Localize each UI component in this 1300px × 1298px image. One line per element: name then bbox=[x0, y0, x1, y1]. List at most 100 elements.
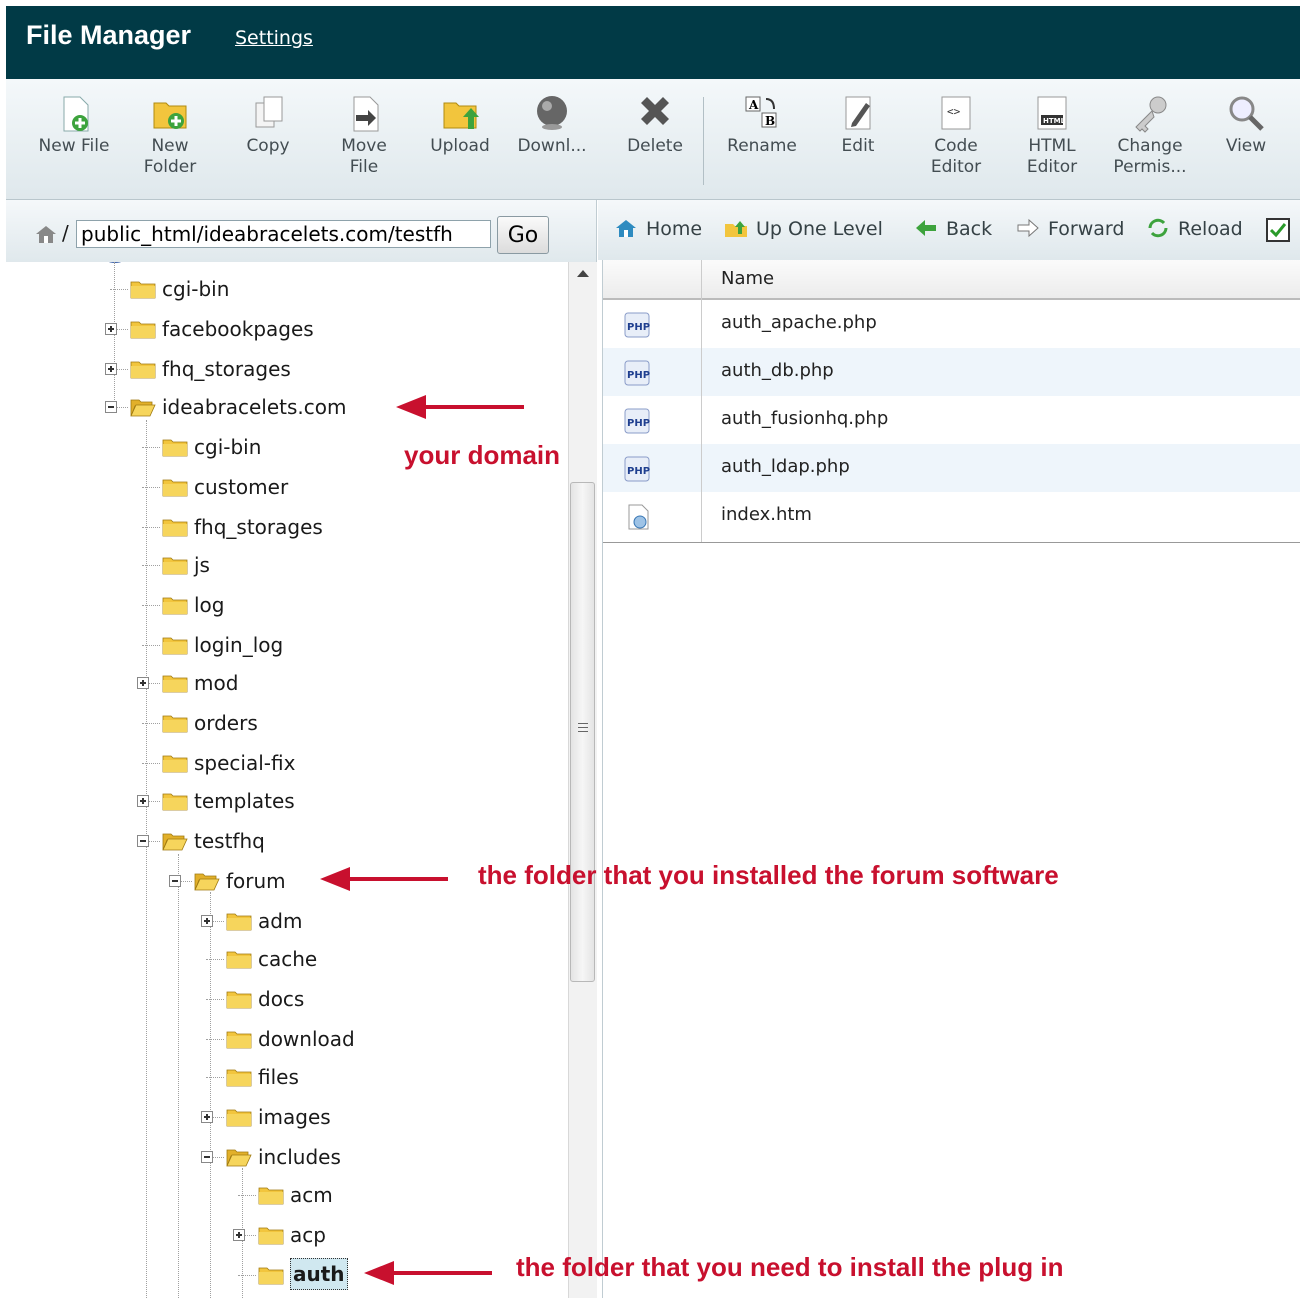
tree-node-label: forum bbox=[226, 869, 286, 893]
collapse-icon[interactable] bbox=[169, 875, 181, 887]
html-editor-button[interactable]: HTML HTML Editor bbox=[1008, 93, 1096, 178]
expand-icon[interactable] bbox=[105, 323, 117, 335]
tree-node-label: adm bbox=[258, 909, 303, 933]
go-button[interactable]: Go bbox=[497, 216, 549, 254]
folder-icon bbox=[258, 1187, 284, 1205]
forum-arrow bbox=[320, 867, 448, 891]
file-name: auth_fusionhq.php bbox=[721, 408, 889, 429]
tree-node-label: download bbox=[258, 1027, 355, 1051]
file-row[interactable]: PHP auth_db.php bbox=[603, 348, 1300, 396]
tree-guide bbox=[146, 420, 147, 1298]
settings-link[interactable]: Settings bbox=[235, 27, 313, 49]
file-name: auth_db.php bbox=[721, 360, 834, 381]
file-row[interactable]: PHP auth_fusionhq.php bbox=[603, 396, 1300, 444]
move-file-button[interactable]: Move File bbox=[320, 93, 408, 178]
php-file-icon: PHP bbox=[624, 312, 650, 338]
delete-icon bbox=[641, 97, 669, 125]
home-icon bbox=[616, 220, 636, 237]
tree-node-label: cache bbox=[258, 947, 318, 971]
svg-text:<>: <> bbox=[947, 105, 961, 118]
file-list-header: Name bbox=[603, 260, 1300, 300]
rename-label: Rename bbox=[727, 136, 797, 156]
forward-button[interactable]: Forward bbox=[1016, 218, 1124, 240]
tree-guide bbox=[206, 1039, 224, 1040]
expand-icon[interactable] bbox=[233, 1229, 245, 1241]
tree-node-label: includes bbox=[258, 1145, 341, 1169]
expand-icon[interactable] bbox=[201, 915, 213, 927]
expand-icon[interactable] bbox=[201, 1111, 213, 1123]
file-row[interactable]: index.htm bbox=[603, 492, 1300, 540]
folder-icon bbox=[162, 597, 188, 615]
collapse-icon[interactable] bbox=[137, 835, 149, 847]
tree-node-label: cgi-bin bbox=[194, 435, 262, 459]
delete-label: Delete bbox=[627, 136, 683, 156]
column-name-header[interactable]: Name bbox=[721, 268, 774, 289]
reload-icon bbox=[1148, 218, 1168, 238]
upload-button[interactable]: Upload bbox=[416, 93, 504, 157]
svg-text:HTML: HTML bbox=[1043, 117, 1066, 125]
new-file-icon bbox=[63, 96, 89, 132]
tree-node-label: testfhq bbox=[194, 829, 265, 853]
expand-icon[interactable] bbox=[137, 795, 149, 807]
file-name: auth_apache.php bbox=[721, 312, 877, 333]
view-icon bbox=[1229, 96, 1264, 131]
new-file-button[interactable]: New File bbox=[30, 93, 118, 157]
expand-icon[interactable] bbox=[105, 363, 117, 375]
file-row[interactable]: PHP auth_ldap.php bbox=[603, 444, 1300, 492]
tree-guide bbox=[110, 289, 128, 290]
select-all-checkbox[interactable] bbox=[1266, 218, 1290, 242]
reload-button[interactable]: Reload bbox=[1146, 218, 1243, 240]
folder-icon bbox=[162, 675, 188, 693]
tree-guide bbox=[142, 447, 160, 448]
path-input[interactable] bbox=[76, 220, 491, 248]
new-folder-button[interactable]: New Folder bbox=[126, 93, 214, 178]
change-permissions-label-1: Change bbox=[1117, 136, 1183, 156]
copy-button[interactable]: Copy bbox=[224, 93, 312, 157]
toolbar: New File New Folder Copy Move File Uploa… bbox=[6, 79, 1300, 200]
back-button[interactable]: Back bbox=[914, 218, 992, 240]
plugin-arrow bbox=[364, 1261, 492, 1285]
rename-icon: AB bbox=[745, 96, 777, 128]
path-bar: / Go bbox=[6, 200, 597, 264]
rename-button[interactable]: AB Rename bbox=[718, 93, 806, 157]
delete-button[interactable]: Delete bbox=[611, 93, 699, 157]
tree-node-label: ideabracelets.com bbox=[162, 395, 347, 419]
change-permissions-button[interactable]: Change Permis... bbox=[1106, 93, 1194, 178]
new-file-label: New File bbox=[38, 136, 110, 156]
collapse-icon[interactable] bbox=[105, 401, 117, 413]
tree-guide bbox=[142, 487, 160, 488]
edit-button[interactable]: Edit bbox=[814, 93, 902, 157]
code-editor-icon: <> bbox=[941, 96, 971, 130]
move-file-icon bbox=[353, 96, 379, 132]
download-button[interactable]: Downl... bbox=[508, 93, 596, 157]
move-file-label-2: File bbox=[349, 157, 379, 177]
folder-icon bbox=[162, 557, 188, 575]
folder-icon bbox=[162, 439, 188, 457]
tree-node-label: auth bbox=[290, 1258, 348, 1290]
up-one-level-button[interactable]: Up One Level bbox=[724, 218, 883, 240]
file-name: index.htm bbox=[721, 504, 812, 525]
app-header: File Manager Settings bbox=[6, 6, 1300, 79]
new-folder-icon bbox=[153, 102, 187, 129]
scroll-up-arrow[interactable] bbox=[577, 270, 589, 277]
app-title: File Manager bbox=[26, 20, 192, 50]
tree-node-label: js bbox=[194, 553, 210, 577]
folder-icon bbox=[258, 1267, 284, 1285]
folder-icon bbox=[130, 281, 156, 299]
partial-root-icon bbox=[108, 262, 122, 263]
tree-node-label: special-fix bbox=[194, 751, 296, 775]
file-row[interactable]: PHP auth_apache.php bbox=[603, 300, 1300, 348]
code-editor-button[interactable]: <> Code Editor bbox=[912, 93, 1000, 178]
home-button[interactable]: Home bbox=[614, 218, 702, 240]
tree-guide bbox=[142, 645, 160, 646]
expand-icon[interactable] bbox=[137, 677, 149, 689]
new-folder-label-2: Folder bbox=[143, 157, 197, 177]
view-button[interactable]: View bbox=[1202, 93, 1290, 157]
folder-icon bbox=[226, 913, 252, 931]
tree-scrollbar[interactable] bbox=[568, 262, 597, 1298]
edit-icon bbox=[845, 96, 871, 130]
upload-label: Upload bbox=[430, 136, 490, 156]
collapse-icon[interactable] bbox=[201, 1151, 213, 1163]
navigation-bar: Home Up One Level Back Forward Reload bbox=[598, 200, 1300, 260]
scroll-thumb[interactable] bbox=[570, 482, 595, 982]
